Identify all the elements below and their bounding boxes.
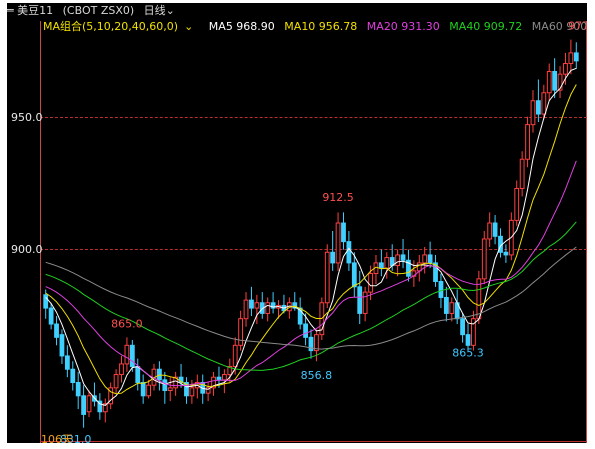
candle-body xyxy=(265,302,271,314)
price-chart[interactable]: 977.0912.5865.0856.8865.3831.0 xyxy=(7,3,587,443)
candle-body xyxy=(465,334,471,346)
candle-body xyxy=(249,299,254,309)
candle-body xyxy=(157,368,162,381)
days-count: 106天 xyxy=(41,433,73,443)
candle-body xyxy=(81,395,87,415)
candle-body xyxy=(113,374,119,389)
candle-body xyxy=(503,251,509,256)
candle-body xyxy=(64,355,70,370)
candle-body xyxy=(449,302,455,314)
candle-body xyxy=(573,52,579,62)
candle-body xyxy=(243,299,249,320)
candle-body xyxy=(362,291,368,314)
high-label: 977.0 xyxy=(568,20,587,33)
candle-body xyxy=(167,387,173,391)
candle-body xyxy=(189,387,195,397)
candle-body xyxy=(54,323,59,338)
candle-body xyxy=(86,395,92,413)
candle-body xyxy=(552,71,558,91)
candle-body xyxy=(303,323,308,338)
swing-high-label: 865.0 xyxy=(111,317,143,330)
candle-body xyxy=(124,344,130,365)
candle-body xyxy=(119,363,124,376)
candle-body xyxy=(254,302,260,309)
candle-body xyxy=(563,63,568,75)
candle-body xyxy=(129,344,135,368)
candle-body xyxy=(438,281,444,298)
candle-body xyxy=(395,254,401,267)
candle-body xyxy=(43,294,49,309)
candle-body xyxy=(368,273,373,293)
swing-low-label: 856.8 xyxy=(301,369,333,382)
chart-window[interactable]: ═ 美豆11 (CBOT ZSX0) 日线⌄ MA组合(5,10,20,40,6… xyxy=(7,3,587,443)
peak-label: 912.5 xyxy=(322,191,354,204)
candle-body xyxy=(162,379,168,391)
candle-body xyxy=(70,368,76,384)
candle-body xyxy=(541,92,547,115)
candle-body xyxy=(75,382,81,397)
candle-body xyxy=(335,222,341,264)
candle-body xyxy=(519,158,525,189)
candle-body xyxy=(324,251,330,304)
candle-body xyxy=(341,222,346,243)
candle-body xyxy=(514,187,520,221)
candle-body xyxy=(59,334,65,357)
candle-body xyxy=(487,222,493,240)
candle-body xyxy=(346,241,352,264)
candle-body xyxy=(330,251,336,264)
candle-body xyxy=(568,52,574,65)
candle-body xyxy=(400,254,406,261)
candle-body xyxy=(443,296,449,314)
candle-body xyxy=(232,344,238,368)
candle-body xyxy=(427,254,433,264)
candle-body xyxy=(525,124,530,160)
candle-body xyxy=(546,71,552,94)
candle-body xyxy=(460,318,465,336)
candle-body xyxy=(146,384,151,397)
candle-body xyxy=(530,100,536,126)
candle-body xyxy=(238,318,244,346)
candle-body xyxy=(135,366,141,384)
candle-body xyxy=(416,262,422,272)
candle-body xyxy=(216,376,222,381)
low-label: 865.3 xyxy=(452,347,484,360)
candle-body xyxy=(384,257,390,269)
candle-body xyxy=(378,262,384,269)
candle-body xyxy=(221,374,227,381)
candle-body xyxy=(351,262,357,288)
candle-body xyxy=(481,238,487,280)
candle-body xyxy=(492,222,498,237)
candle-body xyxy=(140,382,146,397)
candle-body xyxy=(357,286,363,314)
candle-body xyxy=(535,100,541,115)
candle-body xyxy=(48,307,54,325)
candle-body xyxy=(422,254,428,264)
